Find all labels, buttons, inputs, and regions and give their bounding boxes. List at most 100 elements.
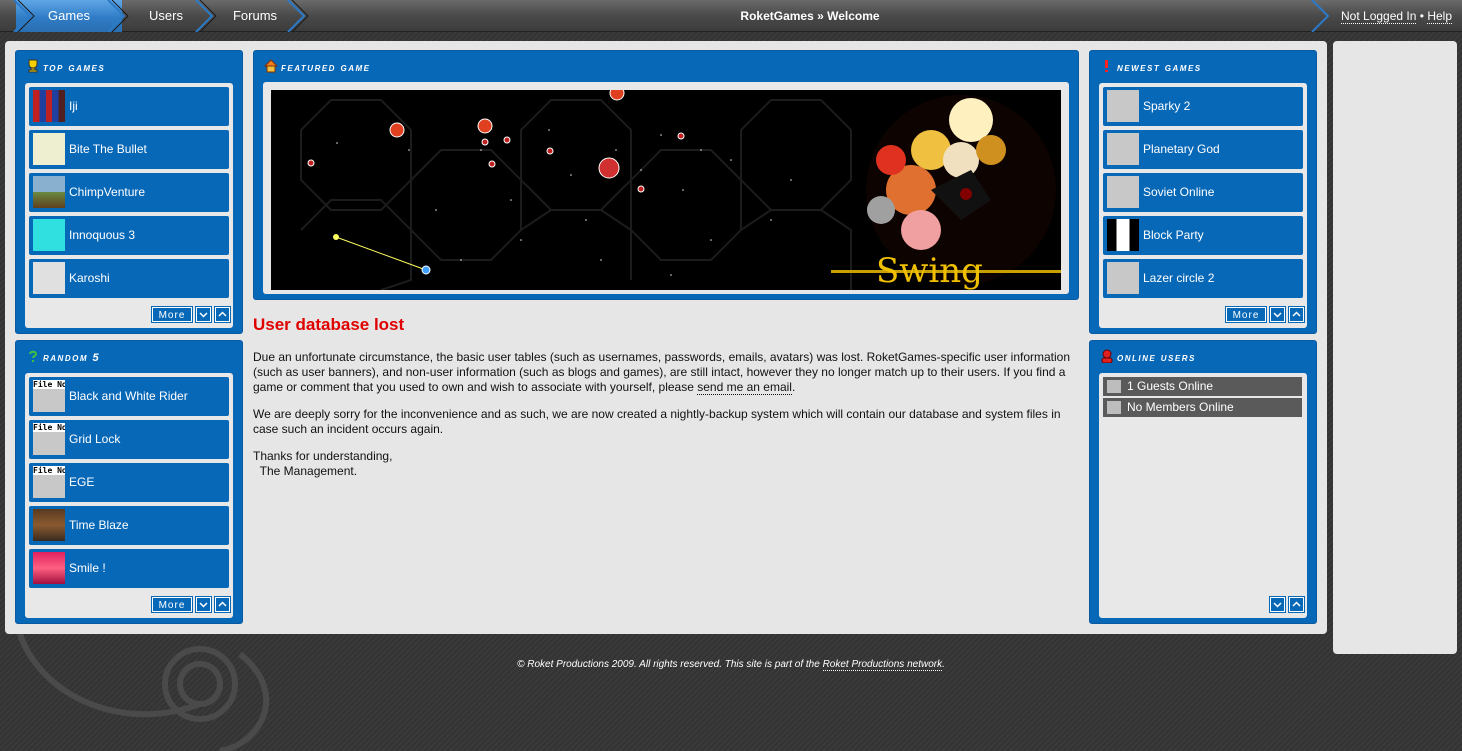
help-link[interactable]: Help (1427, 9, 1452, 24)
thumbnail-placeholder-text: File No (33, 380, 65, 389)
article-paragraph-text: Due an unfortunate circumstance, the bas… (253, 350, 1071, 394)
online-users-panel: Online Users 1 Guests Online No Members … (1089, 340, 1317, 624)
exclamation-icon (1105, 60, 1108, 72)
game-thumbnail: File No (33, 466, 65, 498)
article-paragraph: Due an unfortunate circumstance, the bas… (253, 350, 1075, 395)
game-thumbnail (1107, 133, 1139, 165)
list-item[interactable]: Sparky 2 (1103, 87, 1303, 126)
newest-games-title: Newest Games (1100, 59, 1202, 77)
random-games-controls: More (151, 596, 231, 613)
scroll-down-button[interactable] (195, 306, 212, 323)
signoff-author: The Management. (259, 464, 358, 478)
game-name: Lazer circle 2 (1143, 271, 1215, 285)
scroll-up-button[interactable] (214, 596, 231, 613)
chevron-down-icon (1273, 602, 1282, 608)
footer: © Roket Productions 2009. All rights res… (0, 659, 1462, 671)
game-name: Sparky 2 (1143, 99, 1191, 113)
scroll-up-button[interactable] (1288, 596, 1305, 613)
featured-game-banner[interactable]: Swing (271, 90, 1061, 290)
list-item[interactable]: Planetary God (1103, 130, 1303, 169)
footer-end: . (942, 659, 945, 670)
send-email-link[interactable]: send me an email (697, 380, 792, 395)
list-item[interactable]: Lazer circle 2 (1103, 259, 1303, 298)
article-paragraph: We are deeply sorry for the inconvenienc… (253, 407, 1061, 436)
article-title: User database lost (253, 315, 405, 334)
thumbnail-placeholder-text: File No (33, 466, 65, 475)
online-users-controls (1269, 596, 1305, 613)
newest-games-panel: Newest Games Sparky 2 Planetary God Sovi… (1089, 50, 1317, 334)
list-item[interactable]: Iji (29, 87, 229, 126)
top-games-title: Top Games (26, 59, 105, 77)
featured-game-title-text: Featured Game (281, 62, 371, 74)
swing-game-artwork: Swing (300, 90, 1061, 290)
game-thumbnail: File No (33, 380, 65, 412)
game-thumbnail (33, 509, 65, 541)
network-link[interactable]: Roket Productions network (822, 659, 943, 671)
scroll-down-button[interactable] (1269, 306, 1286, 323)
chevron-up-icon (1292, 311, 1301, 317)
login-status-link[interactable]: Not Logged In (1341, 9, 1417, 24)
list-item[interactable]: ChimpVenture (29, 173, 229, 212)
game-thumbnail: File No (33, 423, 65, 455)
game-thumbnail (1107, 219, 1139, 251)
game-name: Black and White Rider (69, 389, 188, 403)
list-item[interactable]: Smile ! (29, 549, 229, 588)
row-checkbox[interactable] (1107, 401, 1121, 414)
list-item[interactable]: File No Black and White Rider (29, 377, 229, 416)
chevron-down-icon (199, 602, 208, 608)
trophy-icon (28, 59, 38, 73)
game-thumbnail (1107, 90, 1139, 122)
game-name: Time Blaze (69, 518, 129, 532)
row-checkbox[interactable] (1107, 380, 1121, 393)
list-item[interactable]: Block Party (1103, 216, 1303, 255)
featured-game-panel: Featured Game (253, 50, 1079, 300)
list-item[interactable]: File No EGE (29, 463, 229, 502)
game-thumbnail (33, 552, 65, 584)
list-item[interactable]: Karoshi (29, 259, 229, 298)
scroll-up-button[interactable] (214, 306, 231, 323)
list-item[interactable]: Bite The Bullet (29, 130, 229, 169)
online-users-title: Online Users (1100, 349, 1196, 367)
chevron-down-icon (199, 312, 208, 318)
site-title: RoketGames » Welcome (740, 9, 880, 23)
game-thumbnail (33, 176, 65, 208)
game-name: Smile ! (69, 561, 106, 575)
footer-copyright: © Roket Productions 2009. All rights res… (517, 659, 823, 670)
account-links: Not Logged In • Help (1341, 0, 1452, 32)
scroll-up-button[interactable] (1288, 306, 1305, 323)
members-online-text: No Members Online (1127, 400, 1234, 414)
right-chevron-separator (1311, 0, 1330, 32)
top-games-title-text: Top Games (43, 62, 106, 74)
game-thumbnail (33, 90, 65, 122)
newest-games-more-button[interactable]: More (1225, 306, 1267, 323)
question-icon (29, 350, 38, 362)
chevron-up-icon (218, 601, 227, 607)
game-name: Planetary God (1143, 142, 1220, 156)
article-paragraph-end: . (791, 380, 796, 394)
list-item[interactable]: Time Blaze (29, 506, 229, 545)
list-item[interactable]: Innoquous 3 (29, 216, 229, 255)
user-icon (1101, 349, 1113, 363)
link-separator: • (1419, 9, 1424, 23)
game-name: Soviet Online (1143, 185, 1215, 199)
list-item[interactable]: File No Grid Lock (29, 420, 229, 459)
game-name: Innoquous 3 (69, 228, 136, 242)
chevron-up-icon (218, 311, 227, 317)
top-games-more-button[interactable]: More (151, 306, 193, 323)
random-games-list: File No Black and White Rider File No Gr… (25, 373, 233, 618)
featured-game-frame: Swing (263, 82, 1069, 294)
signoff-line: Thanks for understanding, (253, 449, 393, 463)
list-item[interactable]: Soviet Online (1103, 173, 1303, 212)
house-icon (264, 59, 278, 73)
tab-forums-label: Forums (232, 8, 278, 23)
random-games-panel: Random 5 File No Black and White Rider F… (15, 340, 243, 624)
scroll-down-button[interactable] (1269, 596, 1286, 613)
game-thumbnail (33, 262, 65, 294)
random-games-title: Random 5 (26, 349, 100, 367)
guests-online-row: 1 Guests Online (1103, 377, 1302, 396)
random-games-more-button[interactable]: More (151, 596, 193, 613)
scroll-down-button[interactable] (195, 596, 212, 613)
game-name: ChimpVenture (69, 185, 146, 199)
top-games-panel: Top Games Iji Bite The Bullet ChimpVentu… (15, 50, 243, 334)
game-name: Bite The Bullet (69, 142, 147, 156)
